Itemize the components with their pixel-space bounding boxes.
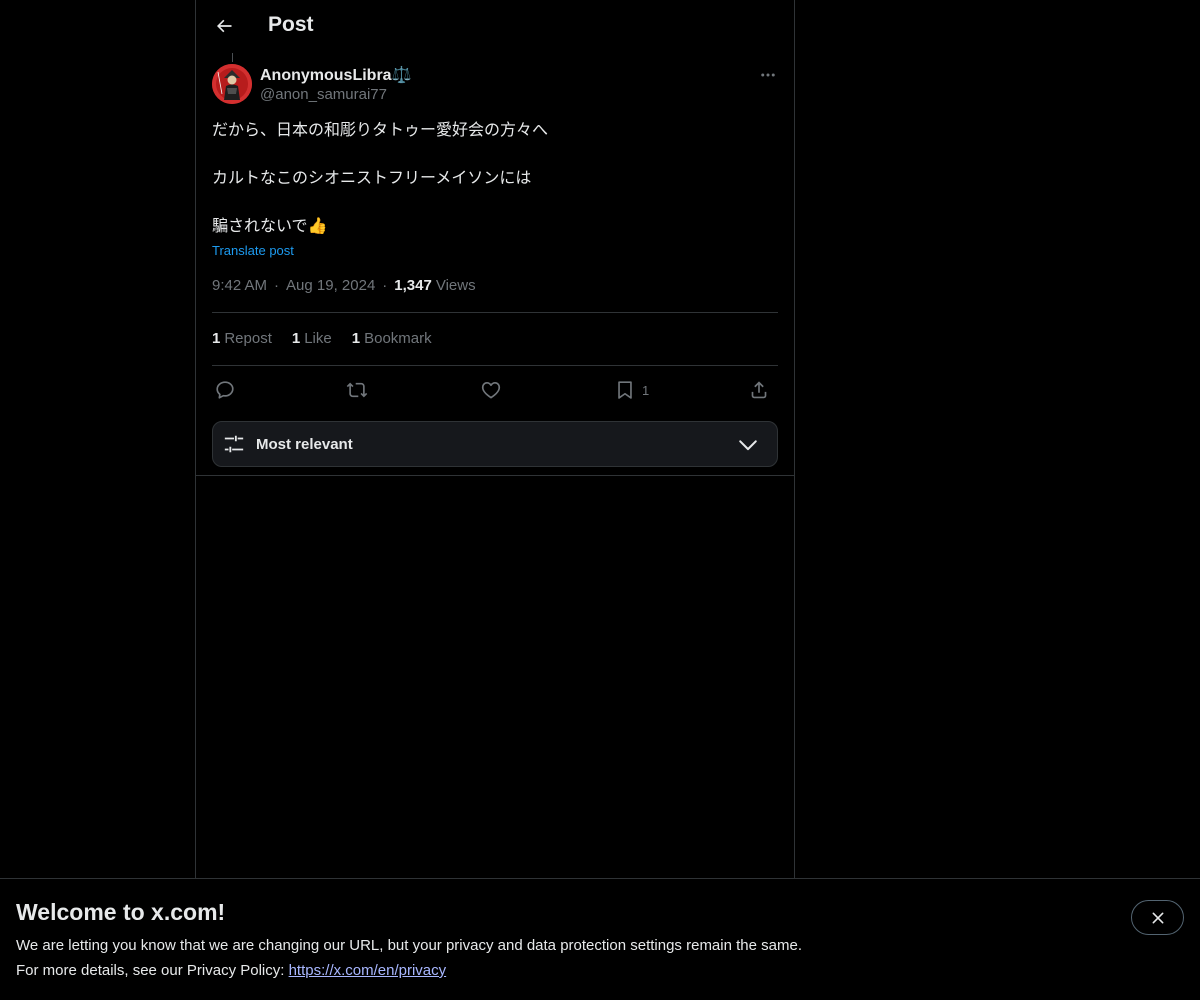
repost-label: Repost — [224, 330, 272, 347]
back-button[interactable] — [210, 12, 238, 40]
meta-separator: · — [382, 277, 388, 294]
post-text-line: 騙されないで👍 — [212, 218, 328, 235]
like-label: Like — [304, 330, 332, 347]
repost-icon — [346, 382, 368, 398]
banner-privacy-text: For more details, see our Privacy Policy… — [16, 962, 289, 979]
share-button[interactable] — [748, 376, 770, 404]
sliders-icon — [224, 435, 244, 453]
divider — [212, 312, 778, 313]
post-header: Post — [196, 0, 794, 53]
sort-replies-dropdown[interactable]: Most relevant — [212, 421, 778, 467]
repost-count: 1 — [212, 330, 221, 347]
bookmark-icon — [618, 381, 632, 399]
reply-button[interactable] — [214, 376, 236, 404]
close-banner-button[interactable] — [1131, 900, 1184, 935]
more-horizontal-icon — [761, 73, 775, 77]
post-time[interactable]: 9:42 AM — [212, 277, 267, 294]
like-button[interactable] — [480, 376, 502, 404]
banner-title: Welcome to x.com! — [16, 899, 226, 925]
reply-icon — [216, 381, 234, 399]
repost-stat[interactable]: 1 Repost — [212, 330, 272, 347]
post-date[interactable]: Aug 19, 2024 — [286, 277, 375, 294]
divider — [196, 475, 794, 476]
share-icon — [751, 381, 767, 399]
welcome-banner: Welcome to x.com! We are letting you kno… — [0, 878, 1200, 1000]
like-count: 1 — [291, 330, 301, 347]
bookmark-label: Bookmark — [364, 330, 432, 347]
divider — [212, 365, 778, 366]
views-count: 1,347 — [394, 277, 432, 294]
samurai-avatar-icon — [212, 64, 252, 104]
engagement-stats: 1 Repost 1 Like 1 Bookmark — [212, 330, 452, 347]
post-text-line: カルトなこのシオニストフリーメイソンには — [212, 170, 532, 187]
bookmark-action-count: 1 — [642, 382, 650, 398]
sort-label: Most relevant — [256, 436, 353, 453]
close-icon — [1152, 912, 1163, 923]
privacy-policy-link[interactable]: https://x.com/en/privacy — [289, 962, 447, 979]
banner-message: We are letting you know that we are chan… — [16, 937, 802, 954]
bookmark-stat[interactable]: 1 Bookmark — [352, 330, 432, 347]
arrow-left-icon — [217, 19, 232, 33]
like-stat[interactable]: 1 Like — [292, 330, 332, 347]
avatar[interactable] — [212, 64, 252, 104]
page-title: Post — [268, 13, 314, 36]
meta-separator: · — [274, 277, 280, 294]
bookmark-count: 1 — [351, 330, 361, 347]
bookmark-button[interactable]: 1 — [614, 376, 649, 404]
main-column: Post AnonymousLibra⚖️ @anon_samurai77 だか… — [195, 0, 795, 880]
repost-button[interactable] — [346, 376, 368, 404]
banner-privacy-line: For more details, see our Privacy Policy… — [16, 962, 446, 979]
views-label: Views — [435, 277, 476, 294]
more-options-button[interactable] — [756, 64, 780, 86]
thread-connector-line — [232, 53, 233, 62]
chevron-down-icon — [739, 440, 757, 451]
author-handle[interactable]: @anon_samurai77 — [260, 86, 387, 103]
action-bar: 1 — [212, 374, 778, 406]
author-name[interactable]: AnonymousLibra⚖️ — [260, 65, 411, 85]
translate-post-link[interactable]: Translate post — [212, 243, 294, 258]
post-text-line: だから、日本の和彫りタトゥー愛好会の方々へ — [212, 122, 549, 139]
heart-icon — [481, 382, 501, 399]
post-text: だから、日本の和彫りタトゥー愛好会の方々へ カルトなこのシオニストフリーメイソン… — [212, 119, 778, 239]
post-meta: 9:42 AM · Aug 19, 2024 · 1,347 Views — [212, 277, 476, 294]
